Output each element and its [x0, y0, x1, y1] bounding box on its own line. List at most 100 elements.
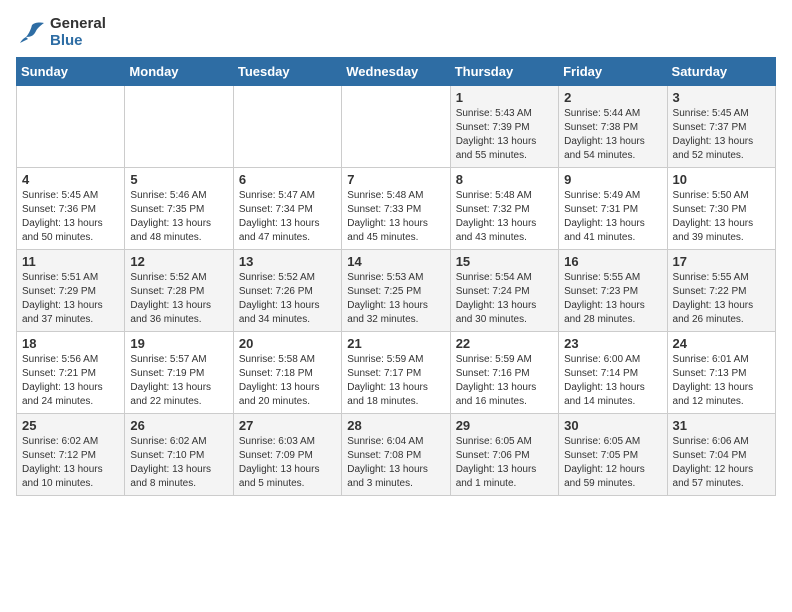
calendar-cell: 13Sunrise: 5:52 AMSunset: 7:26 PMDayligh… [233, 250, 341, 332]
weekday-header: Saturday [667, 58, 775, 86]
calendar-cell: 30 Sunrise: 6:05 AMSunset: 7:05 PMDayligh… [559, 414, 667, 496]
cell-content: Sunrise: 6:02 AMSunset: 7:10 PMDaylight:… [130, 435, 227, 491]
calendar-cell: 28 Sunrise: 6:04 AMSunset: 7:08 PMDayligh… [342, 414, 450, 496]
cell-content: Sunrise: 6:05 AMSunset: 7:05 PMDaylight:… [564, 435, 661, 491]
calendar-cell: 29 Sunrise: 6:05 AMSunset: 7:06 PMDayligh… [450, 414, 558, 496]
day-number: 25 [22, 418, 119, 433]
weekday-header: Friday [559, 58, 667, 86]
logo-general: General [50, 16, 106, 33]
calendar-week-row: 25 Sunrise: 6:02 AMSunset: 7:12 PMDayligh… [17, 414, 776, 496]
calendar-cell [125, 86, 233, 168]
cell-content: Sunrise: 5:47 AMSunset: 7:34 PMDaylight:… [239, 189, 336, 245]
logo-blue: Blue [50, 33, 106, 50]
calendar-cell: 5 Sunrise: 5:46 AMSunset: 7:35 PMDaylight… [125, 168, 233, 250]
calendar-cell: 1Sunrise: 5:43 AMSunset: 7:39 PMDaylight… [450, 86, 558, 168]
day-number: 11 [22, 254, 119, 269]
calendar-cell: 3 Sunrise: 5:45 AMSunset: 7:37 PMDaylight… [667, 86, 775, 168]
day-number: 4 [22, 172, 119, 187]
calendar-cell: 2 Sunrise: 5:44 AMSunset: 7:38 PMDaylight… [559, 86, 667, 168]
calendar-cell: 11 Sunrise: 5:51 AMSunset: 7:29 PMDayligh… [17, 250, 125, 332]
cell-content: Sunrise: 5:46 AMSunset: 7:35 PMDaylight:… [130, 189, 227, 245]
cell-content: Sunrise: 6:05 AMSunset: 7:06 PMDaylight:… [456, 435, 553, 491]
calendar-cell: 12 Sunrise: 5:52 AMSunset: 7:28 PMDayligh… [125, 250, 233, 332]
page-header: General Blue [16, 16, 776, 49]
cell-content: Sunrise: 5:52 AMSunset: 7:26 PMDaylight:… [239, 271, 336, 327]
calendar-cell: 27 Sunrise: 6:03 AMSunset: 7:09 PMDayligh… [233, 414, 341, 496]
day-number: 9 [564, 172, 661, 187]
calendar-cell: 10 Sunrise: 5:50 AMSunset: 7:30 PMDayligh… [667, 168, 775, 250]
calendar-week-row: 1Sunrise: 5:43 AMSunset: 7:39 PMDaylight… [17, 86, 776, 168]
day-number: 23 [564, 336, 661, 351]
cell-content: Sunrise: 5:58 AMSunset: 7:18 PMDaylight:… [239, 353, 336, 409]
day-number: 15 [456, 254, 553, 269]
calendar-table: SundayMondayTuesdayWednesdayThursdayFrid… [16, 57, 776, 496]
day-number: 31 [673, 418, 770, 433]
logo-bird-icon [16, 17, 48, 49]
day-number: 19 [130, 336, 227, 351]
cell-content: Sunrise: 5:45 AMSunset: 7:37 PMDaylight:… [673, 107, 770, 163]
day-number: 6 [239, 172, 336, 187]
calendar-cell: 8Sunrise: 5:48 AMSunset: 7:32 PMDaylight… [450, 168, 558, 250]
day-number: 26 [130, 418, 227, 433]
calendar-cell: 16Sunrise: 5:55 AMSunset: 7:23 PMDayligh… [559, 250, 667, 332]
logo: General Blue [16, 16, 106, 49]
day-number: 22 [456, 336, 553, 351]
calendar-cell: 4 Sunrise: 5:45 AMSunset: 7:36 PMDaylight… [17, 168, 125, 250]
cell-content: Sunrise: 6:03 AMSunset: 7:09 PMDaylight:… [239, 435, 336, 491]
logo-container: General Blue [16, 16, 106, 49]
cell-content: Sunrise: 5:51 AMSunset: 7:29 PMDaylight:… [22, 271, 119, 327]
cell-content: Sunrise: 6:00 AMSunset: 7:14 PMDaylight:… [564, 353, 661, 409]
day-number: 5 [130, 172, 227, 187]
day-number: 2 [564, 90, 661, 105]
cell-content: Sunrise: 5:54 AMSunset: 7:24 PMDaylight:… [456, 271, 553, 327]
cell-content: Sunrise: 5:55 AMSunset: 7:22 PMDaylight:… [673, 271, 770, 327]
calendar-cell [17, 86, 125, 168]
weekday-header: Tuesday [233, 58, 341, 86]
day-number: 20 [239, 336, 336, 351]
cell-content: Sunrise: 5:59 AMSunset: 7:17 PMDaylight:… [347, 353, 444, 409]
calendar-cell: 31 Sunrise: 6:06 AMSunset: 7:04 PMDayligh… [667, 414, 775, 496]
weekday-header: Wednesday [342, 58, 450, 86]
cell-content: Sunrise: 6:06 AMSunset: 7:04 PMDaylight:… [673, 435, 770, 491]
calendar-cell: 23 Sunrise: 6:00 AMSunset: 7:14 PMDayligh… [559, 332, 667, 414]
cell-content: Sunrise: 5:52 AMSunset: 7:28 PMDaylight:… [130, 271, 227, 327]
day-number: 8 [456, 172, 553, 187]
day-number: 30 [564, 418, 661, 433]
calendar-cell: 6 Sunrise: 5:47 AMSunset: 7:34 PMDaylight… [233, 168, 341, 250]
cell-content: Sunrise: 5:49 AMSunset: 7:31 PMDaylight:… [564, 189, 661, 245]
cell-content: Sunrise: 5:43 AMSunset: 7:39 PMDaylight:… [456, 107, 553, 163]
calendar-cell: 26 Sunrise: 6:02 AMSunset: 7:10 PMDayligh… [125, 414, 233, 496]
cell-content: Sunrise: 5:45 AMSunset: 7:36 PMDaylight:… [22, 189, 119, 245]
cell-content: Sunrise: 5:55 AMSunset: 7:23 PMDaylight:… [564, 271, 661, 327]
calendar-week-row: 11 Sunrise: 5:51 AMSunset: 7:29 PMDayligh… [17, 250, 776, 332]
calendar-cell: 21 Sunrise: 5:59 AMSunset: 7:17 PMDayligh… [342, 332, 450, 414]
cell-content: Sunrise: 6:02 AMSunset: 7:12 PMDaylight:… [22, 435, 119, 491]
cell-content: Sunrise: 5:50 AMSunset: 7:30 PMDaylight:… [673, 189, 770, 245]
cell-content: Sunrise: 5:57 AMSunset: 7:19 PMDaylight:… [130, 353, 227, 409]
day-number: 10 [673, 172, 770, 187]
calendar-cell: 22 Sunrise: 5:59 AMSunset: 7:16 PMDayligh… [450, 332, 558, 414]
calendar-week-row: 4 Sunrise: 5:45 AMSunset: 7:36 PMDaylight… [17, 168, 776, 250]
weekday-header: Thursday [450, 58, 558, 86]
calendar-cell: 17Sunrise: 5:55 AMSunset: 7:22 PMDayligh… [667, 250, 775, 332]
day-number: 7 [347, 172, 444, 187]
calendar-cell [233, 86, 341, 168]
calendar-cell: 20 Sunrise: 5:58 AMSunset: 7:18 PMDayligh… [233, 332, 341, 414]
day-number: 27 [239, 418, 336, 433]
calendar-cell [342, 86, 450, 168]
cell-content: Sunrise: 5:56 AMSunset: 7:21 PMDaylight:… [22, 353, 119, 409]
cell-content: Sunrise: 5:48 AMSunset: 7:33 PMDaylight:… [347, 189, 444, 245]
day-number: 3 [673, 90, 770, 105]
cell-content: Sunrise: 6:04 AMSunset: 7:08 PMDaylight:… [347, 435, 444, 491]
cell-content: Sunrise: 5:59 AMSunset: 7:16 PMDaylight:… [456, 353, 553, 409]
day-number: 28 [347, 418, 444, 433]
day-number: 29 [456, 418, 553, 433]
day-number: 21 [347, 336, 444, 351]
cell-content: Sunrise: 5:44 AMSunset: 7:38 PMDaylight:… [564, 107, 661, 163]
weekday-header: Monday [125, 58, 233, 86]
calendar-week-row: 18Sunrise: 5:56 AMSunset: 7:21 PMDayligh… [17, 332, 776, 414]
day-number: 12 [130, 254, 227, 269]
calendar-cell: 19 Sunrise: 5:57 AMSunset: 7:19 PMDayligh… [125, 332, 233, 414]
calendar-cell: 7 Sunrise: 5:48 AMSunset: 7:33 PMDaylight… [342, 168, 450, 250]
calendar-cell: 18Sunrise: 5:56 AMSunset: 7:21 PMDayligh… [17, 332, 125, 414]
